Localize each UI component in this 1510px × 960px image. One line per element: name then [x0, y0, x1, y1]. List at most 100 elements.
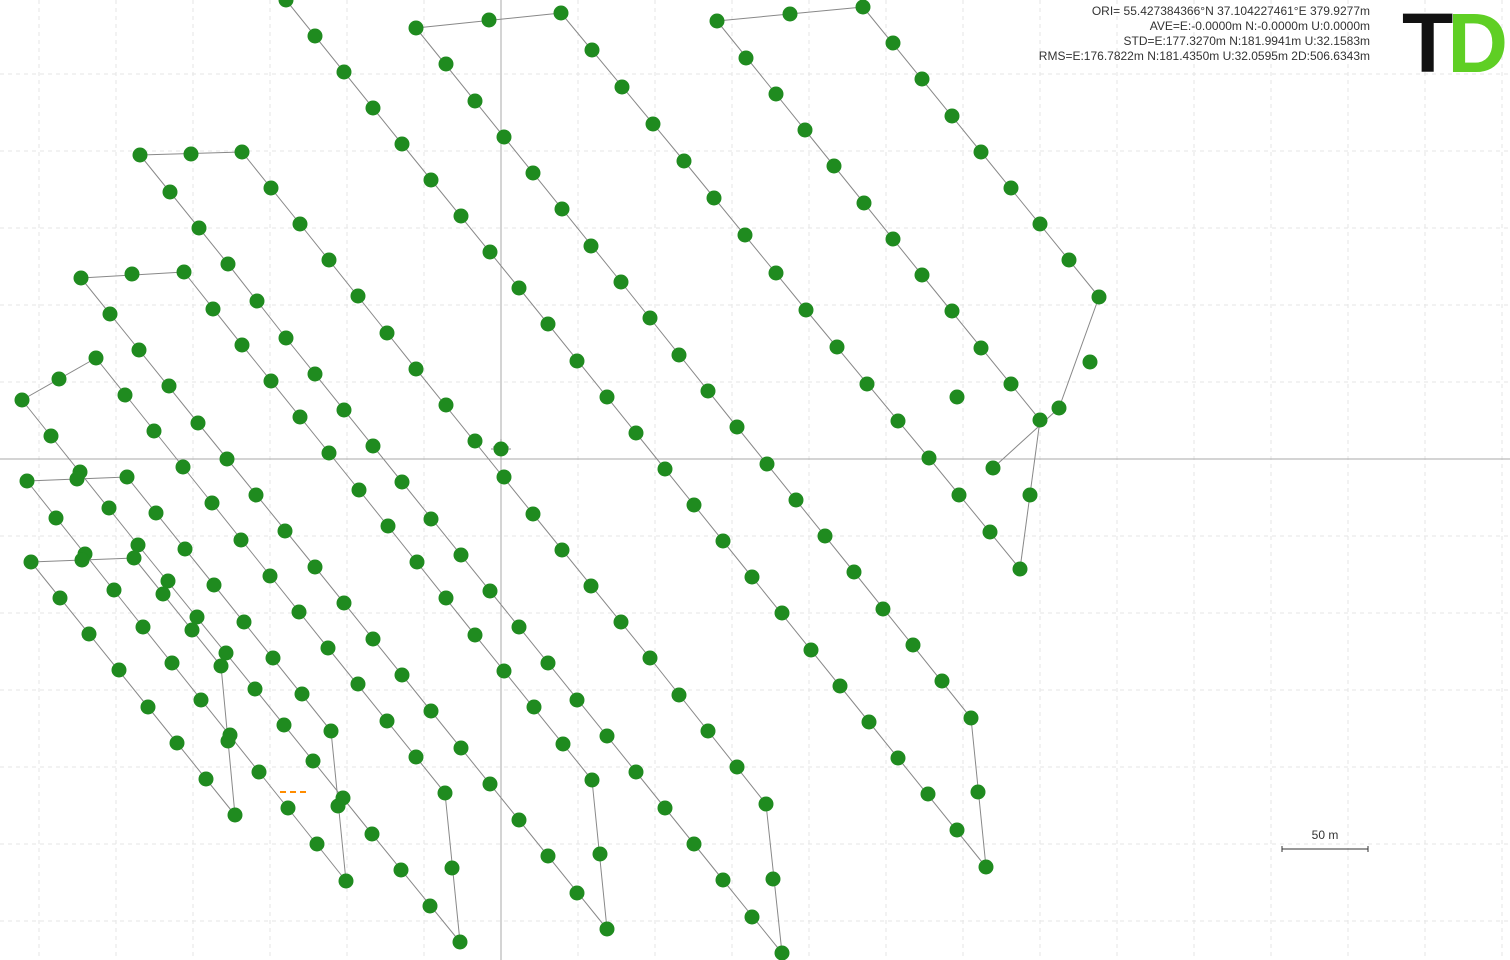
waypoint[interactable]: [176, 460, 191, 475]
waypoint[interactable]: [24, 555, 39, 570]
waypoint[interactable]: [366, 101, 381, 116]
waypoint[interactable]: [614, 615, 629, 630]
waypoint[interactable]: [395, 668, 410, 683]
waypoint[interactable]: [830, 340, 845, 355]
waypoint[interactable]: [847, 565, 862, 580]
waypoint[interactable]: [799, 303, 814, 318]
waypoint[interactable]: [833, 679, 848, 694]
waypoint[interactable]: [89, 351, 104, 366]
waypoint[interactable]: [1033, 217, 1048, 232]
waypoint[interactable]: [672, 688, 687, 703]
waypoint[interactable]: [952, 488, 967, 503]
waypoint[interactable]: [199, 772, 214, 787]
waypoint[interactable]: [277, 718, 292, 733]
waypoint[interactable]: [1062, 253, 1077, 268]
waypoint[interactable]: [118, 388, 133, 403]
waypoint[interactable]: [214, 659, 229, 674]
waypoint[interactable]: [915, 268, 930, 283]
waypoint[interactable]: [677, 154, 692, 169]
waypoint[interactable]: [614, 275, 629, 290]
waypoint[interactable]: [70, 472, 85, 487]
waypoint[interactable]: [730, 420, 745, 435]
waypoint[interactable]: [891, 751, 906, 766]
waypoint[interactable]: [366, 439, 381, 454]
waypoint[interactable]: [74, 271, 89, 286]
waypoint[interactable]: [310, 837, 325, 852]
waypoint[interactable]: [745, 570, 760, 585]
waypoint[interactable]: [424, 704, 439, 719]
waypoint[interactable]: [701, 384, 716, 399]
waypoint[interactable]: [293, 410, 308, 425]
waypoint[interactable]: [351, 289, 366, 304]
waypoint[interactable]: [526, 166, 541, 181]
waypoint[interactable]: [593, 847, 608, 862]
waypoint[interactable]: [615, 80, 630, 95]
waypoint[interactable]: [585, 43, 600, 58]
waypoint[interactable]: [555, 543, 570, 558]
waypoint[interactable]: [915, 72, 930, 87]
waypoint[interactable]: [141, 700, 156, 715]
waypoint[interactable]: [308, 29, 323, 44]
waypoint[interactable]: [53, 591, 68, 606]
map-canvas[interactable]: ORI= 55.427384366°N 37.104227461°E 379.9…: [0, 0, 1510, 960]
waypoint[interactable]: [292, 605, 307, 620]
waypoint[interactable]: [351, 677, 366, 692]
waypoint[interactable]: [250, 294, 265, 309]
waypoint[interactable]: [760, 457, 775, 472]
waypoint[interactable]: [409, 21, 424, 36]
waypoint[interactable]: [541, 317, 556, 332]
waypoint[interactable]: [177, 265, 192, 280]
waypoint[interactable]: [629, 765, 644, 780]
waypoint[interactable]: [769, 87, 784, 102]
waypoint[interactable]: [103, 307, 118, 322]
waypoint[interactable]: [891, 414, 906, 429]
waypoint[interactable]: [483, 245, 498, 260]
waypoint[interactable]: [337, 403, 352, 418]
waypoint[interactable]: [394, 863, 409, 878]
waypoint[interactable]: [945, 109, 960, 124]
waypoint[interactable]: [716, 873, 731, 888]
waypoint[interactable]: [971, 785, 986, 800]
waypoint[interactable]: [526, 507, 541, 522]
waypoint[interactable]: [658, 462, 673, 477]
waypoint[interactable]: [221, 257, 236, 272]
waypoint[interactable]: [468, 94, 483, 109]
waypoint[interactable]: [234, 533, 249, 548]
waypoint[interactable]: [127, 551, 142, 566]
waypoint[interactable]: [191, 416, 206, 431]
waypoint[interactable]: [1004, 181, 1019, 196]
waypoint[interactable]: [248, 682, 263, 697]
waypoint[interactable]: [249, 488, 264, 503]
waypoint[interactable]: [600, 390, 615, 405]
waypoint[interactable]: [584, 579, 599, 594]
waypoint[interactable]: [112, 663, 127, 678]
waypoint[interactable]: [161, 574, 176, 589]
waypoint[interactable]: [324, 724, 339, 739]
waypoint[interactable]: [185, 623, 200, 638]
waypoint[interactable]: [527, 700, 542, 715]
waypoint[interactable]: [541, 656, 556, 671]
waypoint[interactable]: [235, 338, 250, 353]
waypoint[interactable]: [862, 715, 877, 730]
waypoint[interactable]: [192, 221, 207, 236]
waypoint[interactable]: [745, 910, 760, 925]
waypoint[interactable]: [950, 823, 965, 838]
waypoint[interactable]: [107, 583, 122, 598]
waypoint[interactable]: [554, 6, 569, 21]
waypoint[interactable]: [454, 741, 469, 756]
waypoint[interactable]: [482, 13, 497, 28]
waypoint[interactable]: [184, 147, 199, 162]
waypoint[interactable]: [125, 267, 140, 282]
waypoint[interactable]: [352, 483, 367, 498]
waypoint[interactable]: [818, 529, 833, 544]
waypoint[interactable]: [687, 498, 702, 513]
waypoint[interactable]: [178, 542, 193, 557]
waypoint[interactable]: [983, 525, 998, 540]
waypoint[interactable]: [52, 372, 67, 387]
waypoint[interactable]: [221, 734, 236, 749]
waypoint[interactable]: [206, 302, 221, 317]
waypoint[interactable]: [783, 7, 798, 22]
waypoint[interactable]: [44, 429, 59, 444]
waypoint[interactable]: [468, 434, 483, 449]
waypoint[interactable]: [380, 326, 395, 341]
